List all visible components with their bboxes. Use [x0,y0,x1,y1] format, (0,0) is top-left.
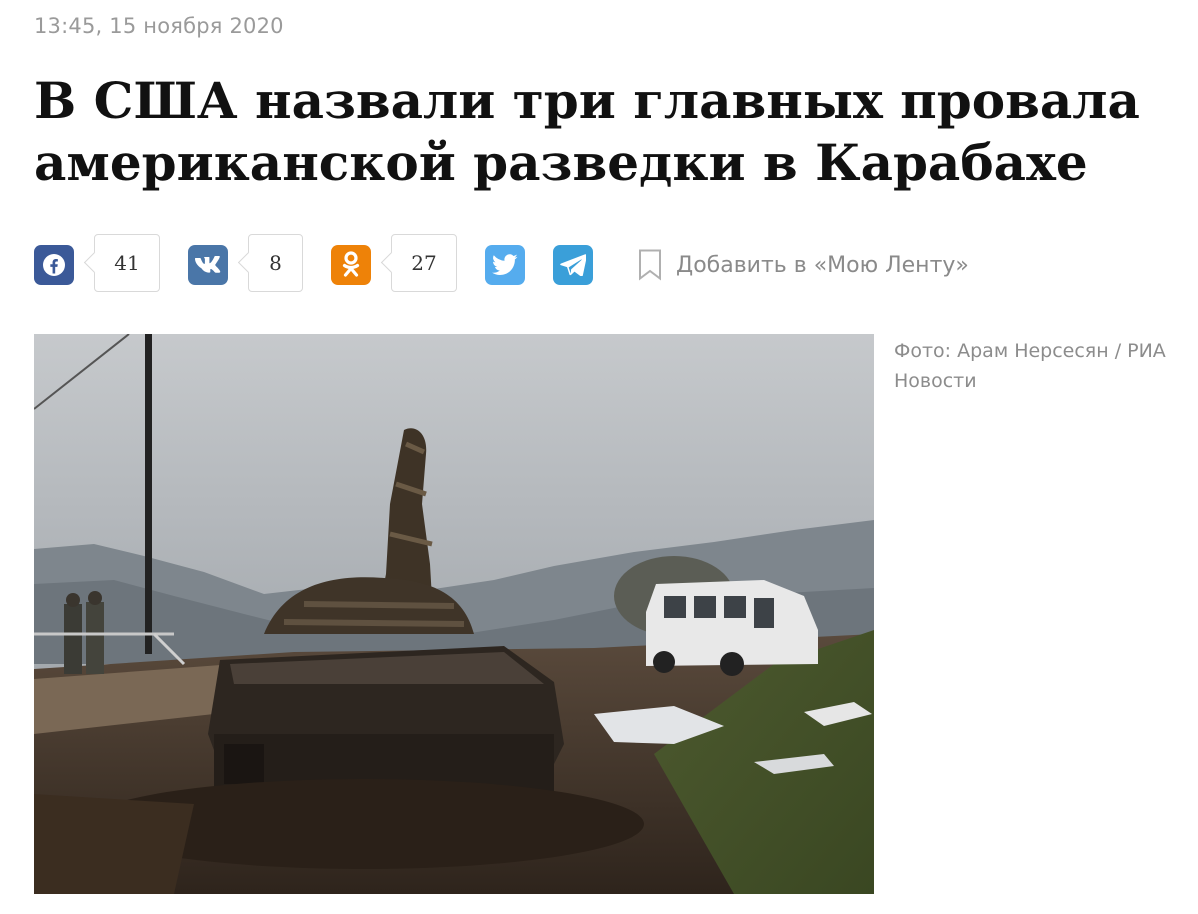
share-bar: 41 8 27 Добавить в «Мою Ленту» [34,233,1034,295]
add-to-feed-button[interactable]: Добавить в «Мою Ленту» [638,247,969,283]
article-title: В США назвали три главных провала америк… [34,71,1140,192]
photo-caption: Фото: Арам Нерсесян / РИА Новости [894,340,1166,392]
telegram-icon [560,254,586,276]
article-timestamp: 13:45, 15 ноября 2020 [34,14,284,38]
twitter-icon [492,254,518,275]
article-photo [34,334,874,894]
add-to-feed-label: Добавить в «Мою Ленту» [676,252,969,278]
telegram-share-button[interactable] [553,245,593,285]
facebook-share-button[interactable] [34,245,74,285]
ok-share-button[interactable] [331,245,371,285]
twitter-share-button[interactable] [485,245,525,285]
vk-icon [195,256,221,273]
ok-share-count: 27 [391,234,457,292]
vk-share-count: 8 [248,234,303,292]
vk-share-button[interactable] [188,245,228,285]
facebook-icon [43,254,65,276]
bookmark-icon [639,249,661,281]
odnoklassniki-icon [342,251,360,277]
facebook-share-count: 41 [94,234,160,292]
